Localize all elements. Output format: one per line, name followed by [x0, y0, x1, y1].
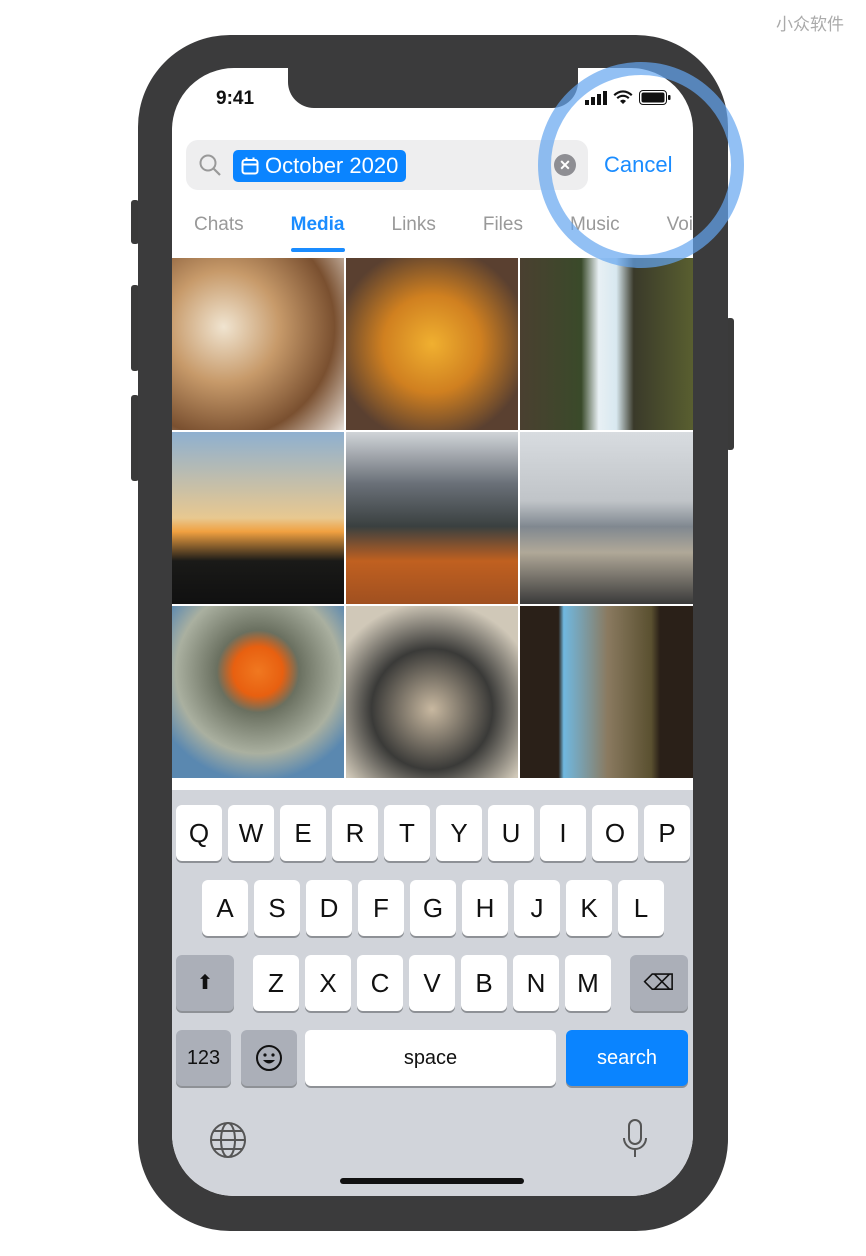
- tab-chats[interactable]: Chats: [194, 214, 244, 236]
- key-f[interactable]: F: [358, 880, 404, 936]
- key-h[interactable]: H: [462, 880, 508, 936]
- media-thumbnail[interactable]: [346, 258, 518, 430]
- key-b[interactable]: B: [461, 955, 507, 1011]
- key-e[interactable]: E: [280, 805, 326, 861]
- calendar-icon: [241, 157, 259, 175]
- search-icon: [199, 154, 221, 176]
- key-d[interactable]: D: [306, 880, 352, 936]
- key-z[interactable]: Z: [253, 955, 299, 1011]
- token-label: October 2020: [265, 153, 399, 178]
- space-key[interactable]: space: [305, 1030, 556, 1086]
- key-k[interactable]: K: [566, 880, 612, 936]
- key-c[interactable]: C: [357, 955, 403, 1011]
- key-x[interactable]: X: [305, 955, 351, 1011]
- key-s[interactable]: S: [254, 880, 300, 936]
- media-thumbnail[interactable]: [346, 432, 518, 604]
- media-thumbnail[interactable]: [520, 258, 693, 430]
- tab-media[interactable]: Media: [290, 214, 345, 252]
- delete-key[interactable]: ⌫: [630, 955, 688, 1011]
- media-thumbnail[interactable]: [346, 606, 518, 778]
- key-v[interactable]: V: [409, 955, 455, 1011]
- home-indicator[interactable]: [340, 1178, 524, 1184]
- key-j[interactable]: J: [514, 880, 560, 936]
- highlight-ring: [538, 62, 744, 268]
- search-field[interactable]: October 2020 ✕: [186, 140, 588, 190]
- notch: [288, 68, 578, 108]
- emoji-key[interactable]: [241, 1030, 297, 1086]
- key-q[interactable]: Q: [176, 805, 222, 861]
- emoji-icon: [256, 1045, 282, 1071]
- key-u[interactable]: U: [488, 805, 534, 861]
- key-m[interactable]: M: [565, 955, 611, 1011]
- key-o[interactable]: O: [592, 805, 638, 861]
- microphone-icon[interactable]: [622, 1118, 648, 1160]
- numbers-key[interactable]: 123: [176, 1030, 231, 1086]
- media-thumbnail[interactable]: [172, 432, 344, 604]
- shift-key[interactable]: ⬆: [176, 955, 234, 1011]
- status-time: 9:41: [216, 88, 255, 109]
- media-thumbnail[interactable]: [520, 606, 693, 778]
- tab-files[interactable]: Files: [483, 214, 523, 236]
- key-n[interactable]: N: [513, 955, 559, 1011]
- key-i[interactable]: I: [540, 805, 586, 861]
- key-l[interactable]: L: [618, 880, 664, 936]
- key-a[interactable]: A: [202, 880, 248, 936]
- date-filter-token[interactable]: October 2020: [233, 150, 407, 182]
- media-thumbnail[interactable]: [520, 432, 693, 604]
- globe-icon[interactable]: [209, 1121, 247, 1159]
- key-g[interactable]: G: [410, 880, 456, 936]
- key-t[interactable]: T: [384, 805, 430, 861]
- search-key[interactable]: search: [566, 1030, 688, 1086]
- key-p[interactable]: P: [644, 805, 690, 861]
- media-thumbnail[interactable]: [172, 258, 344, 430]
- media-thumbnail[interactable]: [172, 606, 344, 778]
- watermark: 小众软件: [776, 15, 844, 35]
- key-w[interactable]: W: [228, 805, 274, 861]
- key-r[interactable]: R: [332, 805, 378, 861]
- key-y[interactable]: Y: [436, 805, 482, 861]
- media-grid: [172, 258, 693, 778]
- keyboard: ⬆ ⌫ 123 space search QWERTYUIOP ASDFGHJKL…: [172, 790, 693, 1196]
- tab-links[interactable]: Links: [392, 214, 436, 236]
